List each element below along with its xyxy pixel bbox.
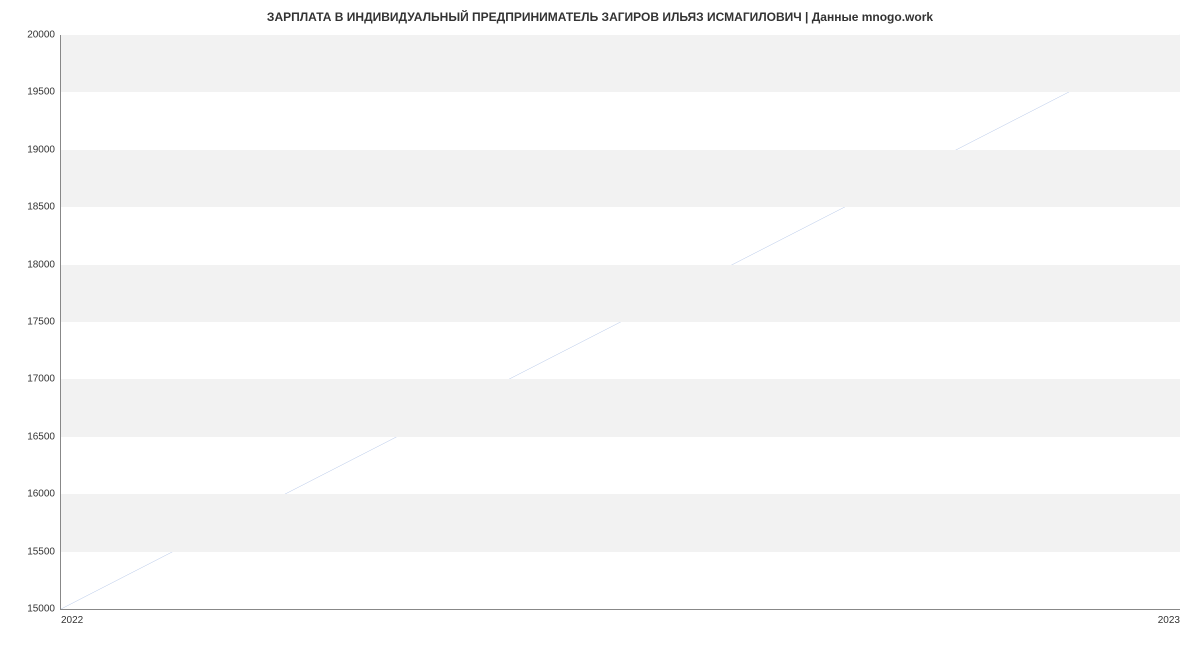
x-tick-label: 2023 <box>1158 615 1180 626</box>
y-tick-label: 18500 <box>27 202 55 213</box>
y-tick-label: 19500 <box>27 87 55 98</box>
grid-band <box>61 265 1180 322</box>
plot-area: 1500015500160001650017000175001800018500… <box>60 35 1180 610</box>
y-tick-label: 19000 <box>27 144 55 155</box>
y-tick-label: 18000 <box>27 259 55 270</box>
grid-band <box>61 494 1180 551</box>
x-tick-label: 2022 <box>61 615 83 626</box>
chart-container: ЗАРПЛАТА В ИНДИВИДУАЛЬНЫЙ ПРЕДПРИНИМАТЕЛ… <box>0 0 1200 650</box>
grid-band <box>61 35 1180 92</box>
y-tick-label: 16500 <box>27 431 55 442</box>
y-tick-label: 16000 <box>27 489 55 500</box>
grid-band <box>61 379 1180 436</box>
grid-band <box>61 150 1180 207</box>
y-tick-label: 17000 <box>27 374 55 385</box>
chart-title: ЗАРПЛАТА В ИНДИВИДУАЛЬНЫЙ ПРЕДПРИНИМАТЕЛ… <box>0 10 1200 24</box>
y-tick-label: 15500 <box>27 546 55 557</box>
y-tick-label: 17500 <box>27 317 55 328</box>
y-tick-label: 15000 <box>27 604 55 615</box>
y-tick-label: 20000 <box>27 30 55 41</box>
